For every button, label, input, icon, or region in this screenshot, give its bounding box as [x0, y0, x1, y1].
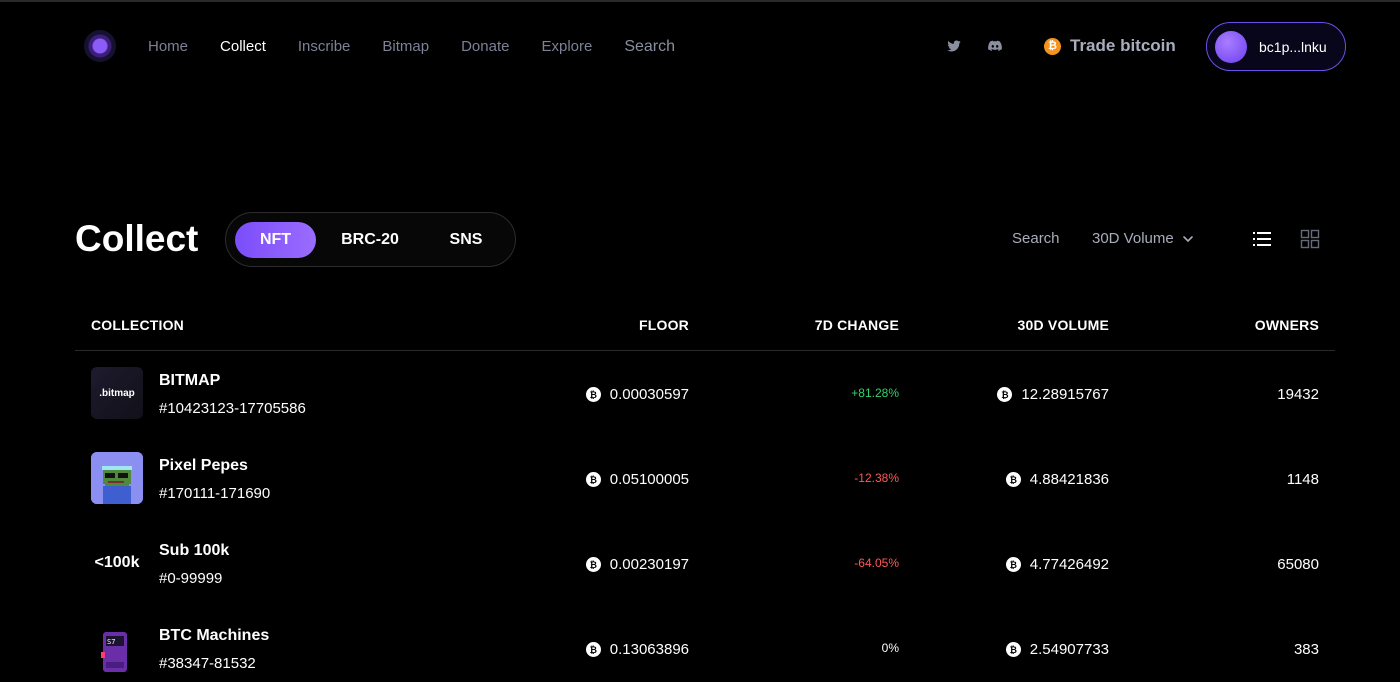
collection-name: Pixel Pepes	[159, 457, 248, 474]
change-cell: +81.28%	[851, 386, 899, 400]
avatar	[1215, 30, 1247, 63]
change-value: 0%	[881, 641, 899, 655]
change-cell: 0%	[882, 641, 899, 655]
table-row[interactable]: .bitmap BITMAP #10423123-17705586 ₿ 0.00…	[75, 351, 1335, 436]
change-cell: -64.05%	[854, 556, 899, 570]
nav-link-collect[interactable]: Collect	[220, 38, 266, 56]
volume-value: 2.54907733	[1029, 641, 1109, 658]
list-view-icon[interactable]	[1252, 229, 1272, 249]
top-nav: Home Collect Inscribe Bitmap Donate Expl…	[0, 0, 1400, 90]
column-header-7d-change[interactable]: 7D CHANGE	[815, 317, 899, 333]
nav-link-bitmap[interactable]: Bitmap	[382, 38, 429, 56]
nav-link-inscribe[interactable]: Inscribe	[298, 38, 351, 56]
column-header-30d-volume[interactable]: 30D VOLUME	[1018, 317, 1109, 333]
floor-price: 0.13063896	[609, 641, 689, 658]
volume-cell: ₿ 4.77426492	[1005, 556, 1109, 573]
collection-thumbnail: .bitmap	[91, 367, 143, 419]
volume-value: 4.77426492	[1029, 556, 1109, 573]
tab-brc20[interactable]: BRC-20	[326, 222, 414, 258]
sort-dropdown[interactable]: 30D Volume	[1092, 230, 1194, 247]
sort-dropdown-label: 30D Volume	[1092, 230, 1174, 247]
collection-thumbnail: S7	[91, 622, 143, 674]
change-value: -12.38%	[854, 471, 899, 485]
tab-nft[interactable]: NFT	[235, 222, 316, 258]
trade-bitcoin-link[interactable]: ₿ Trade bitcoin	[1044, 36, 1176, 56]
collection-range: #10423123-17705586	[159, 400, 306, 417]
floor-cell: ₿ 0.13063896	[585, 641, 689, 658]
volume-cell: ₿ 4.88421836	[1005, 471, 1109, 488]
nav-link-donate[interactable]: Donate	[461, 38, 509, 56]
owners-cell: 19432	[1277, 386, 1319, 403]
page-title: Collect	[75, 218, 199, 259]
floor-cell: ₿ 0.05100005	[585, 471, 689, 488]
btc-machine-icon: S7	[101, 632, 127, 672]
column-header-owners[interactable]: OWNERS	[1255, 317, 1319, 333]
owners-value: 19432	[1277, 386, 1319, 403]
collection-range: #38347-81532	[159, 655, 256, 672]
pepe-frog-icon	[91, 452, 143, 504]
collection-search-button[interactable]: Search	[1012, 230, 1060, 247]
collection-thumbnail: <100k	[94, 554, 140, 571]
collection-range: #170111-171690	[159, 485, 271, 502]
twitter-icon[interactable]	[946, 38, 962, 54]
nav-search-link[interactable]: Search	[624, 38, 675, 56]
table-row[interactable]: Pixel Pepes #170111-171690 ₿ 0.05100005 …	[75, 436, 1335, 521]
owners-cell: 1148	[1287, 471, 1319, 488]
owners-value: 1148	[1286, 471, 1319, 488]
collection-name: Sub 100k	[159, 542, 230, 559]
collection-name: BITMAP	[159, 372, 221, 389]
bitcoin-icon: ₿	[585, 557, 601, 572]
volume-value: 12.28915767	[1021, 386, 1109, 403]
owners-cell: 65080	[1277, 556, 1319, 573]
bitcoin-icon: ₿	[997, 387, 1013, 402]
owners-value: 65080	[1277, 556, 1319, 573]
table-header: COLLECTION FLOOR 7D CHANGE 30D VOLUME OW…	[75, 300, 1335, 351]
bitcoin-icon: ₿	[585, 387, 601, 402]
floor-price: 0.05100005	[609, 471, 689, 488]
change-value: +81.28%	[851, 386, 899, 400]
collection-range: #0-99999	[159, 570, 223, 587]
bitcoin-icon: ₿	[585, 642, 601, 657]
floor-price: 0.00230197	[609, 556, 689, 573]
wallet-address: bc1p...lnku	[1259, 38, 1327, 55]
trade-bitcoin-label: Trade bitcoin	[1070, 36, 1176, 55]
column-header-floor[interactable]: FLOOR	[639, 317, 689, 333]
column-header-collection[interactable]: COLLECTION	[91, 317, 184, 333]
collection-name: BTC Machines	[159, 627, 270, 644]
bitcoin-icon: ₿	[1005, 557, 1021, 572]
tab-sns[interactable]: SNS	[426, 222, 506, 258]
bitcoin-icon: ₿	[1005, 472, 1021, 487]
collection-thumbnail	[91, 452, 143, 504]
owners-cell: 383	[1294, 641, 1319, 658]
change-cell: -12.38%	[854, 471, 899, 485]
nav-links: Home Collect Inscribe Bitmap Donate Expl…	[148, 38, 707, 56]
floor-cell: ₿ 0.00030597	[585, 386, 689, 403]
chevron-down-icon	[1182, 235, 1193, 242]
volume-value: 4.88421836	[1029, 471, 1109, 488]
owners-value: 383	[1293, 641, 1319, 658]
bitcoin-icon: ₿	[1005, 642, 1021, 657]
table-row[interactable]: S7 BTC Machines #38347-81532 ₿ 0.1306389…	[75, 606, 1335, 682]
volume-cell: ₿ 12.28915767	[997, 386, 1109, 403]
floor-price: 0.00030597	[609, 386, 689, 403]
wallet-button[interactable]: bc1p...lnku	[1206, 22, 1346, 71]
bitcoin-icon: ₿	[1044, 37, 1061, 55]
grid-view-icon[interactable]	[1300, 229, 1320, 249]
change-value: -64.05%	[854, 556, 899, 570]
discord-icon[interactable]	[986, 38, 1004, 54]
table-row[interactable]: <100k Sub 100k #0-99999 ₿ 0.00230197 -64…	[75, 521, 1335, 606]
svg-text:S7: S7	[107, 638, 115, 646]
volume-cell: ₿ 2.54907733	[1005, 641, 1109, 658]
nav-link-explore[interactable]: Explore	[541, 38, 592, 56]
floor-cell: ₿ 0.00230197	[585, 556, 689, 573]
logo-icon[interactable]	[84, 30, 116, 62]
bitcoin-icon: ₿	[585, 472, 601, 487]
nav-link-home[interactable]: Home	[148, 38, 188, 56]
category-tabs: NFT BRC-20 SNS	[225, 212, 516, 267]
